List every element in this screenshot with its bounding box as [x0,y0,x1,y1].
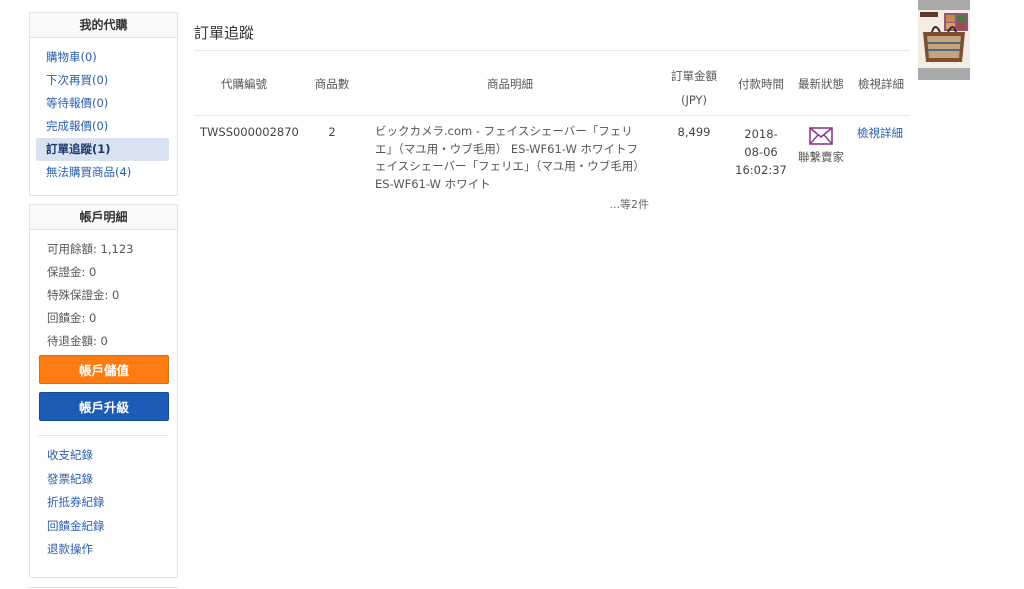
header-view: 檢視詳細 [858,77,904,91]
sidebar-item-order-tracking[interactable]: 訂單追蹤(1) [36,138,169,161]
header-amount-currency: (JPY) [680,93,708,107]
sidebar-item-quote-done[interactable]: 完成報價(0) [36,115,169,138]
order-amount: 8,499 [677,125,711,139]
promo-image[interactable] [918,10,970,68]
promo-banner[interactable] [918,0,970,80]
account-title: 帳戶明細 [30,205,177,230]
account-details: 可用餘額: 1,123 保證金: 0 特殊保證金: 0 回饋金: 0 待退金額:… [30,230,177,562]
my-purchase-title: 我的代購 [30,13,177,38]
table-header: 代購編號 商品數 商品明細 訂單金額 (JPY) 付款時間 最新狀態 檢視詳細 [194,52,910,116]
reward-credit: 回饋金: 0 [47,311,97,325]
pay-time-clock: 16:02:37 [735,163,787,177]
view-detail-link[interactable]: 檢視詳細 [857,125,903,141]
record-reward[interactable]: 回饋金紀錄 [38,515,169,539]
order-status: 聯繫賣家 [792,126,850,165]
divider [194,50,910,51]
envelope-icon[interactable] [809,126,833,146]
contact-seller-link[interactable]: 聯繫賣家 [798,150,844,164]
special-deposit: 特殊保證金: 0 [47,288,120,302]
tote-bag-image [918,10,970,68]
sidebar-item-buy-later[interactable]: 下次再買(0) [36,69,169,92]
table-row: TWSS000002870 2 ビックカメラ.com - フェイスシェーバー「フ… [194,116,910,216]
available-balance: 可用餘額: 1,123 [47,242,134,256]
pay-date-monthday: 08-06 [744,145,778,159]
sidebar-item-cart[interactable]: 購物車(0) [36,46,169,69]
account-panel: 帳戶明細 可用餘額: 1,123 保證金: 0 特殊保證金: 0 回饋金: 0 … [29,204,178,578]
record-refund[interactable]: 退款操作 [38,538,169,562]
order-table: 代購編號 商品數 商品明細 訂單金額 (JPY) 付款時間 最新狀態 檢視詳細 … [194,52,910,216]
order-more: ...等2件 [609,198,650,211]
topup-button[interactable]: 帳戶儲值 [39,355,169,384]
header-detail: 商品明細 [487,77,533,91]
header-amount: 訂單金額 (JPY) [656,64,732,112]
header-qty: 商品數 [314,77,350,91]
divider [29,587,178,588]
purchase-menu: 購物車(0) 下次再買(0) 等待報價(0) 完成報價(0) 訂單追蹤(1) 無… [30,38,177,184]
page: 我的代購 購物車(0) 下次再買(0) 等待報價(0) 完成報價(0) 訂單追蹤… [0,0,1024,589]
order-pay-time: 2018- 08-06 16:02:37 [732,125,790,179]
header-order-id: 代購編號 [221,77,267,91]
header-status: 最新狀態 [798,77,844,91]
header-amount-label: 訂單金額 [671,69,717,83]
sidebar-item-unavailable[interactable]: 無法購買商品(4) [36,161,169,184]
sidebar-item-awaiting-quote[interactable]: 等待報價(0) [36,92,169,115]
my-purchase-panel: 我的代購 購物車(0) 下次再買(0) 等待報價(0) 完成報價(0) 訂單追蹤… [29,12,178,196]
pending-refund: 待退金額: 0 [47,334,108,348]
page-title: 訂單追蹤 [194,24,255,42]
header-pay-time: 付款時間 [738,77,784,91]
record-coupon[interactable]: 折抵券紀錄 [38,491,169,515]
order-id: TWSS000002870 [200,125,299,139]
deposit: 保證金: 0 [47,265,97,279]
record-invoice[interactable]: 發票紀錄 [38,468,169,492]
order-qty: 2 [328,125,336,139]
record-income-expense[interactable]: 收支紀錄 [38,444,169,468]
divider [38,435,169,436]
upgrade-button[interactable]: 帳戶升級 [39,392,169,421]
pay-date-year: 2018- [744,127,778,141]
order-detail: ビックカメラ.com - フェイスシェーバー「フェリエ」（マユ用・ウブ毛用） E… [375,124,645,191]
